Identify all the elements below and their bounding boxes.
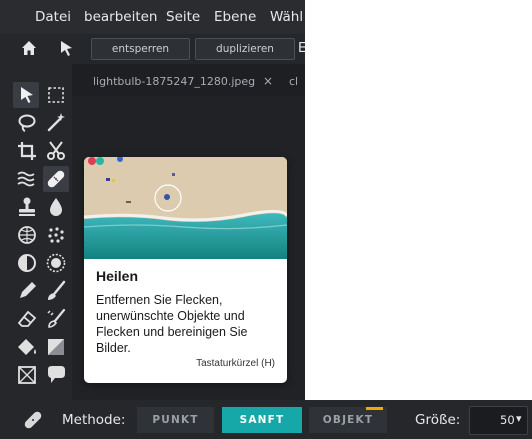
method-soft-button[interactable]: SANFT	[222, 407, 302, 433]
brush-icon[interactable]	[43, 278, 69, 304]
tab-close-icon[interactable]: ×	[263, 74, 273, 88]
photo-editor-app: Datei bearbeiten Seite Ebene Wähl entspe…	[0, 0, 305, 439]
sharpen-sun-icon[interactable]	[43, 250, 69, 276]
menu-page[interactable]: Seite	[166, 9, 200, 25]
size-label: Größe:	[415, 412, 461, 428]
tab-document[interactable]: lightbulb-1875247_1280.jpeg	[93, 75, 255, 88]
unlock-button[interactable]: entsperren	[91, 38, 190, 60]
frame-icon[interactable]	[14, 362, 40, 388]
menu-edit[interactable]: bearbeiten	[84, 9, 157, 25]
menu-layer[interactable]: Ebene	[214, 9, 256, 25]
marquee-select-icon[interactable]	[43, 82, 69, 108]
heal-bandage-icon[interactable]	[43, 166, 69, 192]
color-replace-icon[interactable]	[43, 306, 69, 332]
gradient-square-icon[interactable]	[43, 334, 69, 360]
magic-wand-icon[interactable]	[43, 110, 69, 136]
top-toolbar: entsperren duplizieren E	[0, 34, 305, 64]
chevron-down-icon[interactable]: ▾	[516, 412, 522, 425]
cut-icon[interactable]	[43, 138, 69, 164]
stamp-icon[interactable]	[14, 194, 40, 220]
menu-bar: Datei bearbeiten Seite Ebene Wähl	[0, 0, 305, 34]
menu-select[interactable]: Wähl	[270, 9, 303, 25]
pen-icon[interactable]	[14, 278, 40, 304]
lasso-icon[interactable]	[14, 110, 40, 136]
liquify-icon[interactable]	[14, 166, 40, 192]
size-value: 50	[500, 413, 515, 427]
duplicate-button[interactable]: duplizieren	[195, 38, 295, 60]
method-object-button[interactable]: OBJEKT	[309, 407, 387, 433]
method-point-button[interactable]: PUNKT	[137, 407, 214, 433]
tooltip-preview-image	[84, 157, 287, 259]
paint-bucket-icon[interactable]	[14, 334, 40, 360]
home-icon[interactable]	[20, 39, 38, 57]
eraser-icon[interactable]	[14, 306, 40, 332]
method-label: Methode:	[62, 412, 126, 428]
pointer-tool-icon[interactable]	[13, 82, 39, 108]
tool-options-bar: Methode: PUNKT SANFT OBJEKT Größe:	[0, 400, 532, 439]
toolbar-overflow-label[interactable]: E	[298, 41, 305, 56]
tooltip-shortcut: Tastaturkürzel (H)	[196, 358, 275, 369]
tools-panel	[0, 64, 72, 400]
dots-pattern-icon[interactable]	[43, 222, 69, 248]
tool-tooltip: Heilen Entfernen Sie Flecken, unerwünsch…	[84, 157, 287, 383]
speech-bubble-icon[interactable]	[43, 362, 69, 388]
tab-document-2[interactable]: cl	[289, 75, 298, 88]
arrow-cursor-icon[interactable]	[57, 39, 75, 57]
crop-icon[interactable]	[14, 138, 40, 164]
size-input[interactable]: 50 ▾	[469, 406, 528, 435]
drop-blur-icon[interactable]	[43, 194, 69, 220]
document-tabs: lightbulb-1875247_1280.jpeg × cl	[80, 70, 305, 96]
object-indicator-bar	[366, 407, 383, 410]
dodge-burn-icon[interactable]	[14, 250, 40, 276]
menu-file[interactable]: Datei	[35, 9, 71, 25]
sponge-icon[interactable]	[14, 222, 40, 248]
tooltip-description: Entfernen Sie Flecken, unerwünschte Obje…	[96, 293, 248, 355]
tooltip-title: Heilen	[96, 268, 139, 284]
heal-tool-icon	[20, 407, 46, 433]
